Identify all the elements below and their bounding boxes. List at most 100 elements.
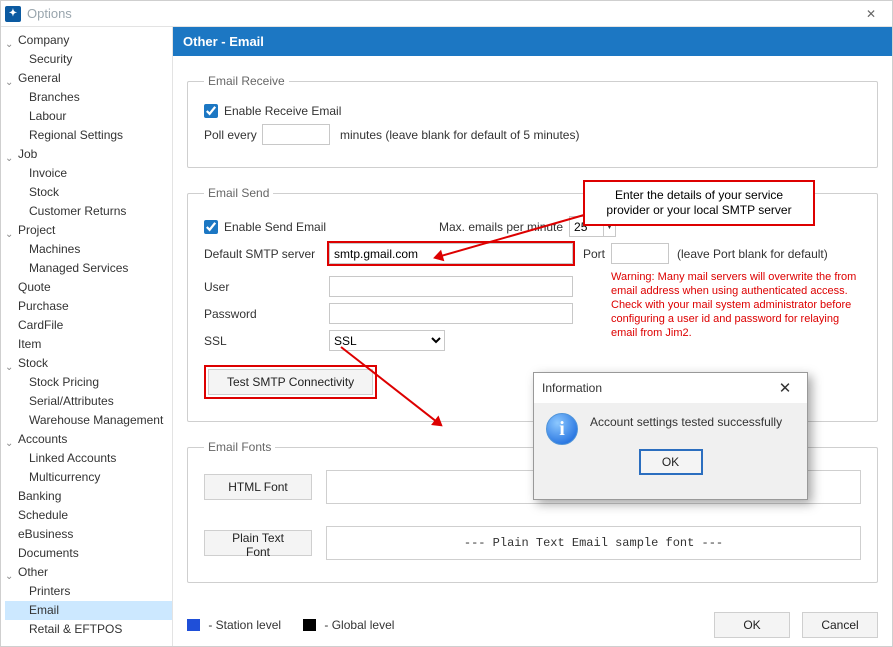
blank-icon [5, 492, 15, 502]
tree-parent-label: Documents [18, 545, 79, 562]
plain-font-button[interactable]: Plain Text Font [204, 530, 312, 556]
info-dialog-title: Information [542, 381, 602, 395]
test-connectivity-button[interactable]: Test SMTP Connectivity [208, 369, 373, 395]
tree-parent[interactable]: ⌄Company [5, 31, 172, 50]
main-body: Email Receive Enable Receive Email Poll … [173, 56, 892, 646]
blank-icon [5, 511, 15, 521]
tree-parent-label: Project [18, 222, 55, 239]
ssl-label: SSL [204, 334, 329, 348]
tree-parent[interactable]: ⌄Project [5, 221, 172, 240]
tree-parent[interactable]: Banking [5, 487, 172, 506]
tree-child[interactable]: Multicurrency [5, 468, 172, 487]
tree-parent[interactable]: CardFile [5, 316, 172, 335]
tree-parent[interactable]: Purchase [5, 297, 172, 316]
tree-parent-label: eBusiness [18, 526, 73, 543]
info-icon: i [546, 413, 578, 445]
tree-parent-label: Banking [18, 488, 61, 505]
tree-child-label: Multicurrency [29, 469, 100, 486]
tree-child[interactable]: Invoice [5, 164, 172, 183]
tree-child-label: Serial/Attributes [29, 393, 114, 410]
smtp-warning: Warning: Many mail servers will overwrit… [611, 270, 861, 340]
tree-child[interactable]: Machines [5, 240, 172, 259]
chk-enable-receive-label: Enable Receive Email [224, 104, 341, 118]
password-label: Password [204, 307, 329, 321]
tree-child-label: Linked Accounts [29, 450, 116, 467]
global-level-legend: - Global level [303, 618, 394, 632]
tree-parent[interactable]: ⌄Other [5, 563, 172, 582]
tree-parent[interactable]: ⌄Accounts [5, 430, 172, 449]
tree-child[interactable]: Security [5, 50, 172, 69]
port-label: Port [583, 247, 605, 261]
tree-parent-label: Job [18, 146, 37, 163]
tree-child-label: Email [29, 602, 59, 619]
tree-child[interactable]: Regional Settings [5, 126, 172, 145]
tree-child[interactable]: Stock [5, 183, 172, 202]
chk-enable-receive[interactable] [204, 104, 218, 118]
test-connectivity-highlight: Test SMTP Connectivity [204, 365, 377, 399]
tree-parent-label: Company [18, 32, 69, 49]
tree-child[interactable]: Warehouse Management [5, 411, 172, 430]
ok-button[interactable]: OK [714, 612, 790, 638]
tree-child-label: Managed Services [29, 260, 128, 277]
titlebar: ✦ Options ✕ [1, 1, 892, 27]
tree-child-label: Printers [29, 583, 70, 600]
tree-parent[interactable]: ⌄Stock [5, 354, 172, 373]
tree-child-label: Stock Pricing [29, 374, 99, 391]
info-dialog-ok-button[interactable]: OK [639, 449, 703, 475]
chevron-down-icon: ⌄ [5, 568, 15, 578]
tree-child[interactable]: Serial/Attributes [5, 392, 172, 411]
tree-child-label: Machines [29, 241, 80, 258]
callout-smtp-hint: Enter the details of your service provid… [583, 180, 815, 226]
legend-send: Email Send [204, 186, 273, 200]
tree-parent-label: Stock [18, 355, 48, 372]
tree-child-label: Invoice [29, 165, 67, 182]
legend-fonts: Email Fonts [204, 440, 275, 454]
tree-child-label: Customer Returns [29, 203, 126, 220]
poll-suffix: minutes (leave blank for default of 5 mi… [340, 128, 579, 142]
password-input[interactable] [329, 303, 573, 324]
tree-parent-label: CardFile [18, 317, 63, 334]
smtp-label: Default SMTP server [204, 247, 329, 261]
plain-font-sample: --- Plain Text Email sample font --- [326, 526, 861, 560]
blank-icon [5, 549, 15, 559]
tree-parent-label: Accounts [18, 431, 67, 448]
tree-child[interactable]: Customer Returns [5, 202, 172, 221]
tree-parent[interactable]: Quote [5, 278, 172, 297]
chk-enable-send[interactable] [204, 220, 218, 234]
tree-child-label: Stock [29, 184, 59, 201]
close-icon[interactable]: ✕ [854, 1, 888, 27]
tree-parent-label: General [18, 70, 61, 87]
poll-input[interactable] [262, 124, 330, 145]
tree-child[interactable]: Labour [5, 107, 172, 126]
tree-parent[interactable]: Item [5, 335, 172, 354]
station-level-legend: - Station level [187, 618, 281, 632]
tree-parent[interactable]: Documents [5, 544, 172, 563]
tree-child[interactable]: Managed Services [5, 259, 172, 278]
user-input[interactable] [329, 276, 573, 297]
tree-child-label: Security [29, 51, 72, 68]
global-swatch-icon [303, 619, 316, 631]
chevron-down-icon: ⌄ [5, 226, 15, 236]
chevron-down-icon: ⌄ [5, 150, 15, 160]
tree-child[interactable]: Email [5, 601, 172, 620]
tree-child[interactable]: Branches [5, 88, 172, 107]
legend-bar: - Station level - Global level OK Cancel [187, 610, 878, 640]
port-input[interactable] [611, 243, 669, 264]
tree-parent-label: Schedule [18, 507, 68, 524]
tree-parent[interactable]: Schedule [5, 506, 172, 525]
tree-parent[interactable]: eBusiness [5, 525, 172, 544]
tree-child[interactable]: Retail & EFTPOS [5, 620, 172, 639]
tree-parent[interactable]: ⌄General [5, 69, 172, 88]
tree-child-label: Warehouse Management [29, 412, 163, 429]
tree-child[interactable]: Printers [5, 582, 172, 601]
chevron-down-icon: ⌄ [5, 74, 15, 84]
tree-child[interactable]: Linked Accounts [5, 449, 172, 468]
tree-parent[interactable]: ⌄Job [5, 145, 172, 164]
ssl-select[interactable]: SSL [329, 330, 445, 351]
tree-child[interactable]: Stock Pricing [5, 373, 172, 392]
info-dialog-close-icon[interactable]: ✕ [771, 379, 799, 397]
cancel-button[interactable]: Cancel [802, 612, 878, 638]
window-title: Options [27, 6, 854, 21]
tree-child-label: Retail & EFTPOS [29, 621, 122, 638]
html-font-button[interactable]: HTML Font [204, 474, 312, 500]
